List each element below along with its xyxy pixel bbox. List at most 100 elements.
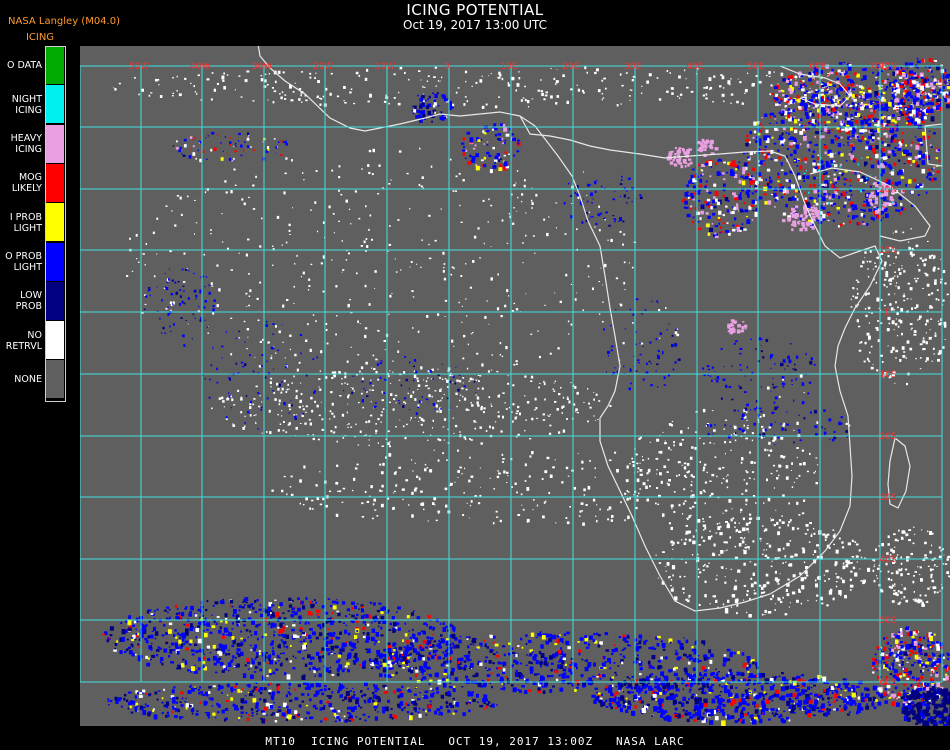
no-retrieval-pixel	[549, 474, 553, 478]
no-retrieval-pixel	[931, 544, 933, 547]
light-icing-pixel	[861, 94, 864, 96]
low-prob-pixel	[754, 185, 758, 188]
light-prob-pixel	[808, 121, 811, 125]
no-retrieval-pixel	[680, 430, 683, 434]
no-retrieval-pixel	[897, 286, 900, 290]
no-retrieval-pixel	[726, 549, 728, 551]
light-prob-pixel	[870, 216, 873, 220]
no-retrieval-pixel	[792, 142, 796, 145]
no-retrieval-pixel	[702, 539, 706, 542]
no-retrieval-pixel	[388, 313, 390, 315]
light-icing-pixel	[477, 139, 481, 142]
no-retrieval-pixel	[806, 574, 809, 577]
no-retrieval-pixel	[748, 477, 751, 479]
low-prob-pixel	[772, 386, 776, 389]
no-retrieval-pixel	[466, 100, 469, 103]
light-prob-pixel	[275, 146, 278, 149]
no-retrieval-pixel	[895, 357, 897, 359]
light-prob-pixel	[161, 332, 163, 334]
mog-likely-pixel	[899, 85, 904, 88]
heavy-icing-pixel	[861, 95, 865, 99]
no-retrieval-pixel	[543, 218, 546, 221]
no-retrieval-pixel	[682, 587, 685, 590]
no-retrieval-pixel	[690, 490, 693, 492]
no-retrieval-pixel	[253, 398, 256, 400]
no-retrieval-pixel	[809, 87, 811, 89]
no-retrieval-pixel	[773, 464, 775, 467]
mog-likely-pixel	[872, 151, 877, 154]
no-retrieval-pixel	[791, 526, 795, 531]
no-retrieval-pixel	[845, 564, 849, 568]
light-prob-pixel	[409, 361, 411, 364]
legend-swatch	[46, 124, 64, 163]
icing-map[interactable]: 50W 40W 30W 20W 10W 0 10E 20E 30E 40E 50E 60E 70E 40N…	[80, 46, 950, 726]
light-prob-pixel	[810, 411, 812, 414]
no-retrieval-pixel	[428, 214, 431, 217]
heavy-icing-pixel	[751, 219, 754, 221]
no-retrieval-pixel	[461, 387, 464, 390]
light-prob-pixel	[864, 93, 869, 99]
no-retrieval-pixel	[868, 361, 871, 363]
light-prob-pixel	[283, 402, 286, 406]
mog-likely-pixel	[893, 162, 897, 166]
no-retrieval-pixel	[158, 84, 160, 86]
no-retrieval-pixel	[944, 282, 947, 285]
no-retrieval-pixel	[662, 431, 664, 433]
light-prob-pixel	[361, 399, 364, 403]
no-retrieval-pixel	[579, 510, 582, 513]
no-retrieval-pixel	[917, 597, 919, 599]
no-retrieval-pixel	[469, 504, 472, 507]
heavy-icing-pixel	[915, 144, 920, 150]
light-prob-pixel	[908, 108, 912, 111]
light-prob-pixel	[145, 295, 148, 298]
low-prob-pixel	[916, 164, 920, 168]
no-retrieval-pixel	[913, 333, 917, 336]
no-retrieval-pixel	[827, 75, 829, 77]
light-prob-pixel	[610, 345, 614, 348]
light-prob-pixel	[843, 205, 846, 208]
no-retrieval-pixel	[439, 389, 442, 392]
no-retrieval-pixel	[796, 477, 798, 479]
no-retrieval-pixel	[281, 415, 283, 417]
no-retrieval-pixel	[904, 108, 907, 111]
no-retrieval-pixel	[329, 490, 332, 492]
no-retrieval-pixel	[284, 172, 287, 175]
no-retrieval-pixel	[518, 71, 520, 73]
light-prob-pixel	[909, 77, 912, 80]
mog-likely-pixel	[893, 84, 896, 87]
light-icing-pixel	[707, 232, 711, 236]
no-retrieval-pixel	[777, 531, 780, 536]
no-retrieval-pixel	[542, 413, 545, 416]
no-retrieval-pixel	[891, 572, 894, 575]
no-retrieval-pixel	[377, 418, 380, 421]
no-retrieval-pixel	[365, 361, 368, 365]
no-retrieval-pixel	[656, 487, 659, 489]
light-prob-pixel	[863, 99, 867, 101]
no-retrieval-pixel	[562, 74, 565, 78]
no-retrieval-pixel	[737, 569, 741, 573]
heavy-icing-pixel	[803, 135, 807, 141]
no-retrieval-pixel	[619, 73, 622, 76]
no-retrieval-pixel	[713, 75, 716, 78]
low-prob-pixel	[431, 120, 433, 123]
light-prob-pixel	[803, 180, 806, 183]
no-retrieval-pixel	[946, 558, 949, 561]
light-icing-pixel	[830, 181, 832, 184]
no-retrieval-pixel	[687, 530, 691, 534]
light-prob-pixel	[661, 352, 664, 355]
mog-likely-pixel	[850, 83, 855, 87]
light-prob-pixel	[920, 76, 924, 79]
light-prob-pixel	[415, 412, 418, 416]
no-retrieval-pixel	[748, 522, 751, 525]
light-prob-pixel	[725, 384, 728, 388]
light-prob-pixel	[698, 200, 701, 202]
no-retrieval-pixel	[254, 356, 256, 358]
light-prob-pixel	[850, 113, 853, 117]
no-retrieval-pixel	[504, 304, 507, 308]
no-retrieval-pixel	[336, 95, 340, 98]
no-retrieval-pixel	[309, 422, 312, 426]
light-prob-pixel	[240, 144, 243, 148]
no-retrieval-pixel	[891, 584, 894, 587]
no-retrieval-pixel	[405, 479, 409, 482]
no-retrieval-pixel	[775, 509, 777, 511]
